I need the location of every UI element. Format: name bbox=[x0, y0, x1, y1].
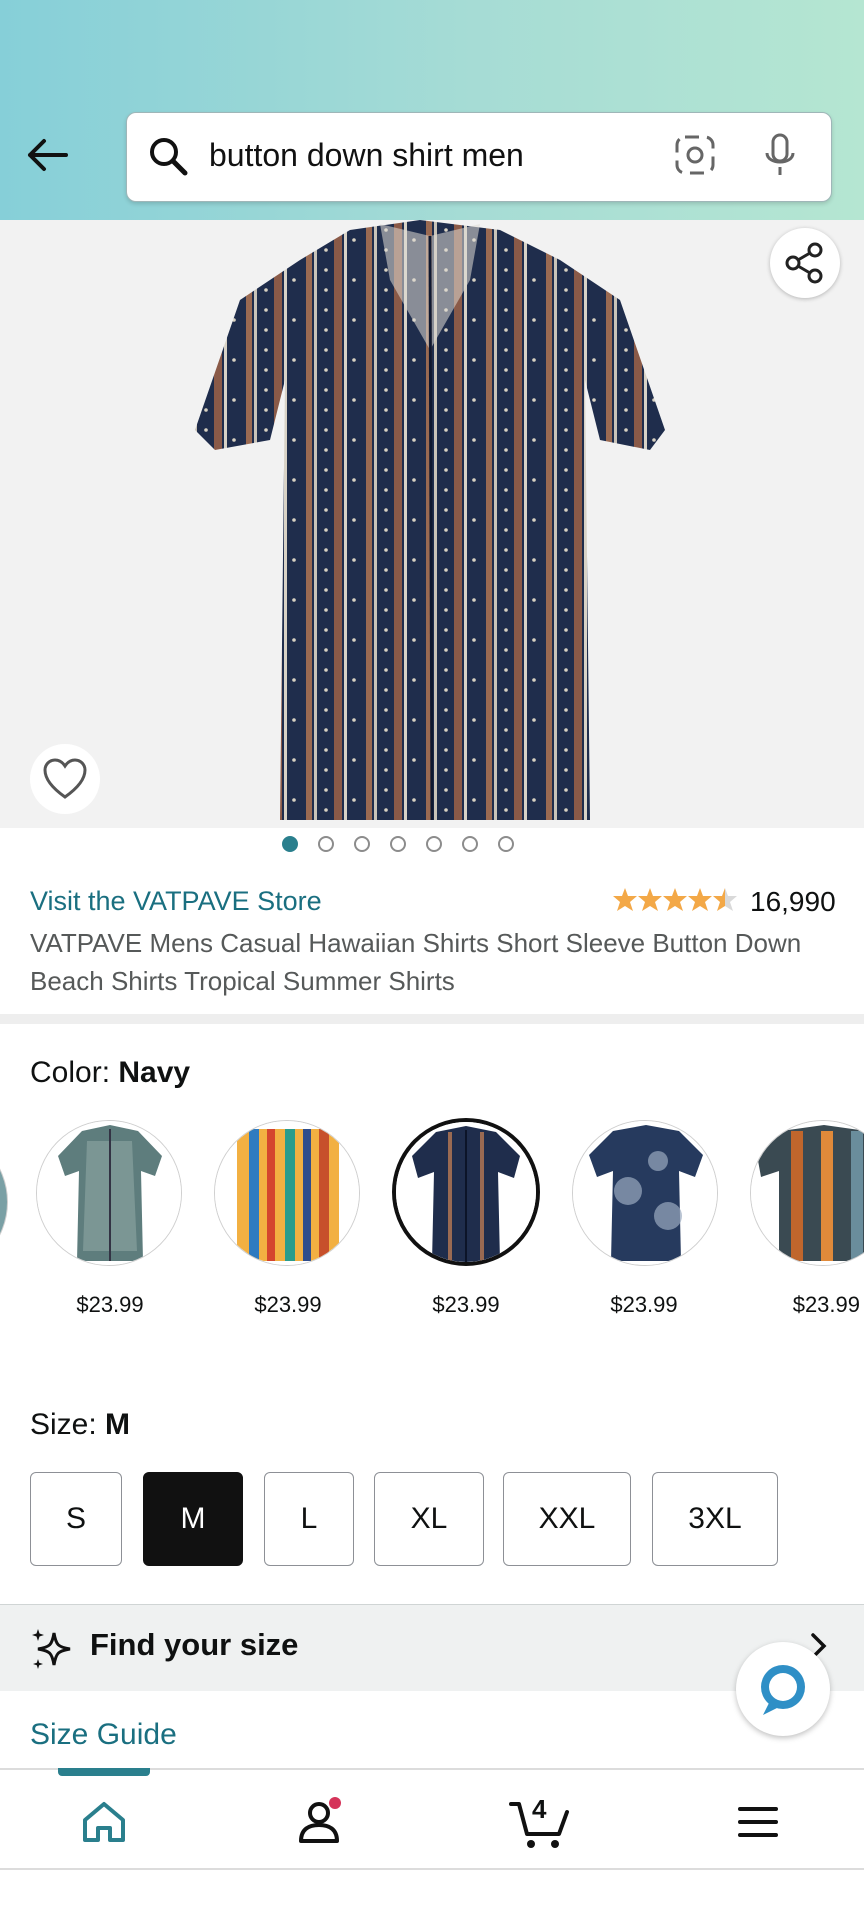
image-pager bbox=[0, 836, 830, 860]
search-icon bbox=[147, 135, 189, 182]
shirt-image bbox=[195, 220, 665, 821]
color-swatch[interactable] bbox=[214, 1120, 360, 1266]
menu-icon[interactable] bbox=[726, 1792, 790, 1852]
color-label: Color: Navy bbox=[30, 1056, 191, 1089]
find-your-size-row[interactable]: Find your size bbox=[0, 1604, 864, 1691]
pager-dot[interactable] bbox=[498, 836, 514, 852]
size-label: Size: M bbox=[30, 1408, 131, 1441]
share-icon[interactable] bbox=[770, 228, 840, 298]
size-option-3xl[interactable]: 3XL bbox=[652, 1472, 778, 1566]
color-price: $23.99 bbox=[254, 1292, 322, 1317]
size-option-s[interactable]: S bbox=[30, 1472, 122, 1566]
color-swatch-partial[interactable] bbox=[0, 1128, 8, 1274]
home-icon[interactable] bbox=[72, 1792, 136, 1852]
size-option-xl[interactable]: XL bbox=[374, 1472, 484, 1566]
pager-dot[interactable] bbox=[354, 836, 370, 852]
store-link[interactable]: Visit the VATPAVE Store bbox=[30, 886, 322, 917]
color-price: $23.99 bbox=[432, 1292, 500, 1317]
pager-dot[interactable] bbox=[426, 836, 442, 852]
color-swatch[interactable] bbox=[36, 1120, 182, 1266]
nav-active-indicator bbox=[58, 1768, 150, 1776]
divider bbox=[0, 1014, 864, 1024]
size-guide-link[interactable]: Size Guide bbox=[30, 1718, 177, 1752]
alexa-icon[interactable] bbox=[736, 1642, 830, 1736]
search-bar[interactable]: button down shirt men bbox=[126, 112, 832, 202]
size-selected: M bbox=[105, 1408, 131, 1441]
sparkle-icon bbox=[30, 1627, 74, 1676]
cart-icon[interactable]: 4 bbox=[506, 1792, 576, 1852]
find-your-size-label: Find your size bbox=[90, 1627, 299, 1662]
color-price: $23.99 bbox=[610, 1292, 678, 1317]
size-option-xxl[interactable]: XXL bbox=[503, 1472, 631, 1566]
size-option-m[interactable]: M bbox=[143, 1472, 243, 1566]
divider bbox=[0, 1868, 864, 1870]
color-price: $23.99 bbox=[792, 1292, 860, 1317]
pager-dot[interactable] bbox=[462, 836, 478, 852]
color-price: $23.99 bbox=[76, 1292, 144, 1317]
product-title: VATPAVE Mens Casual Hawaiian Shirts Shor… bbox=[30, 928, 802, 996]
product-image[interactable] bbox=[0, 220, 864, 828]
heart-icon[interactable] bbox=[30, 744, 100, 814]
cart-count: 4 bbox=[532, 1794, 547, 1824]
pager-dot[interactable] bbox=[318, 836, 334, 852]
mic-icon[interactable] bbox=[763, 131, 797, 184]
color-swatch[interactable] bbox=[572, 1120, 718, 1266]
rating-count[interactable]: 16,990 bbox=[750, 886, 836, 918]
search-input[interactable]: button down shirt men bbox=[209, 137, 524, 174]
camera-icon[interactable] bbox=[673, 133, 717, 182]
color-swatch[interactable] bbox=[750, 1120, 864, 1266]
back-arrow-icon[interactable] bbox=[22, 130, 72, 180]
size-option-l[interactable]: L bbox=[264, 1472, 354, 1566]
pager-dot[interactable] bbox=[390, 836, 406, 852]
rating-stars[interactable] bbox=[612, 886, 742, 916]
color-selected: Navy bbox=[118, 1056, 191, 1089]
pager-dot[interactable] bbox=[282, 836, 298, 852]
color-swatch-selected[interactable] bbox=[392, 1118, 540, 1266]
account-icon[interactable] bbox=[290, 1792, 354, 1852]
